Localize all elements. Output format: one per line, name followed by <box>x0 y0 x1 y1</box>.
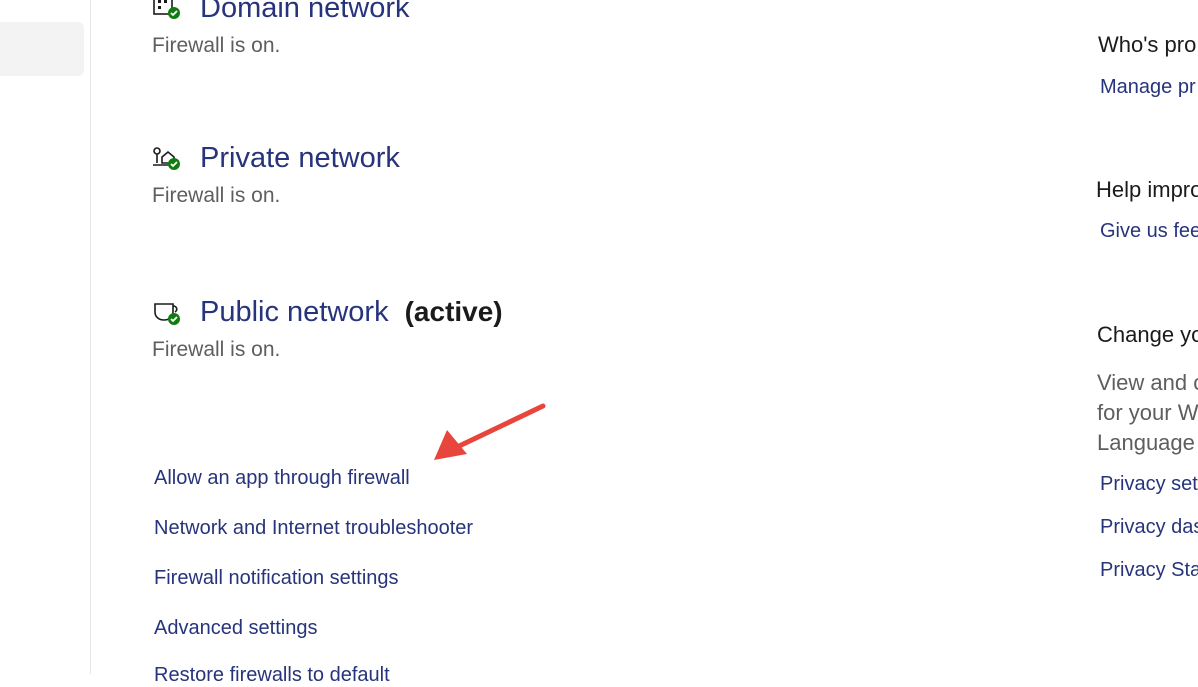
private-firewall-status: Firewall is on. <box>152 184 281 207</box>
privacy-description-line: for your W <box>1097 400 1198 425</box>
private-network-icon <box>152 143 182 173</box>
give-feedback-link[interactable]: Give us fee <box>1100 220 1198 243</box>
privacy-dashboard-link[interactable]: Privacy das <box>1100 516 1198 539</box>
help-improve-heading: Help impro <box>1096 177 1198 202</box>
domain-firewall-status: Firewall is on. <box>152 34 281 57</box>
privacy-description-line: View and c <box>1097 370 1198 395</box>
domain-network-link[interactable]: Domain network <box>200 0 410 25</box>
active-badge: (active) <box>404 296 503 327</box>
advanced-settings-link[interactable]: Advanced settings <box>154 617 317 640</box>
manage-providers-link[interactable]: Manage pr <box>1100 76 1196 99</box>
privacy-statement-link[interactable]: Privacy Sta <box>1100 559 1198 582</box>
privacy-settings-link[interactable]: Privacy set <box>1100 473 1198 496</box>
who-protecting-heading: Who's pro <box>1098 32 1197 57</box>
privacy-description-line: Language <box>1097 430 1195 455</box>
public-network-link[interactable]: Public network <box>200 296 389 329</box>
restore-defaults-link[interactable]: Restore firewalls to default <box>154 664 390 687</box>
public-firewall-status: Firewall is on. <box>152 338 281 361</box>
firewall-notification-settings-link[interactable]: Firewall notification settings <box>154 567 399 590</box>
navigation-pane <box>0 0 91 674</box>
annotation-arrow-icon <box>434 403 546 460</box>
public-network-icon <box>152 297 182 327</box>
network-troubleshooter-link[interactable]: Network and Internet troubleshooter <box>154 517 473 540</box>
domain-network-icon <box>152 0 182 23</box>
private-network-link[interactable]: Private network <box>200 142 400 175</box>
allow-app-through-firewall-link[interactable]: Allow an app through firewall <box>154 467 410 490</box>
nav-item-selected[interactable] <box>0 22 84 76</box>
change-privacy-heading: Change yo <box>1097 322 1198 347</box>
